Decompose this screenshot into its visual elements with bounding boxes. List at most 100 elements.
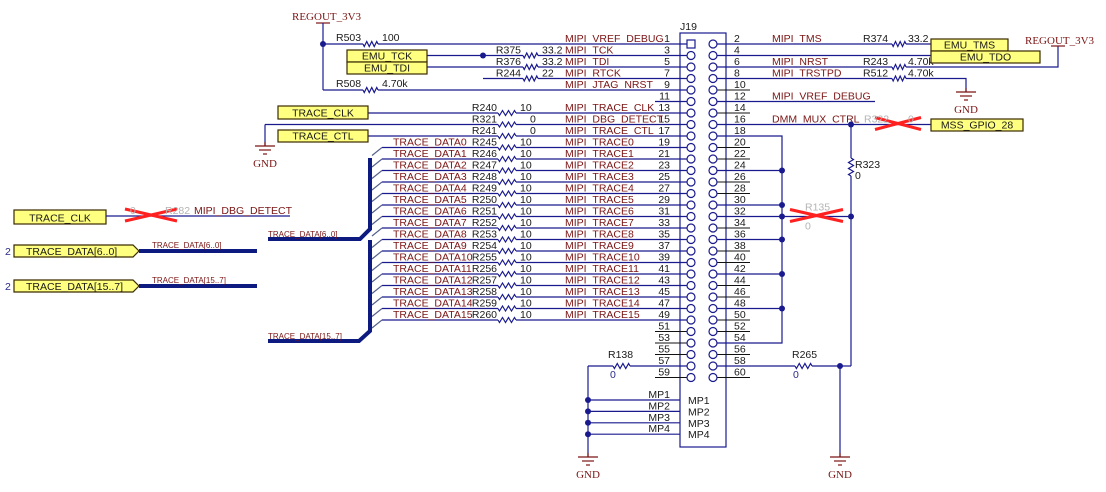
resistor-value: 10 bbox=[520, 137, 532, 149]
bus-entry bbox=[371, 239, 383, 248]
pin-circle bbox=[708, 372, 718, 383]
net-name: MIPI_TMS bbox=[772, 33, 822, 45]
trace-data-label: TRACE_DATA9 bbox=[393, 240, 467, 252]
pin-circle bbox=[708, 246, 718, 256]
resistor-symbol bbox=[522, 51, 539, 60]
pin-number: 11 bbox=[659, 91, 670, 103]
pin-number: 60 bbox=[734, 367, 746, 379]
pin-circle bbox=[708, 165, 718, 176]
mounting-pin-label: MP2 bbox=[688, 406, 710, 418]
net-name: MIPI_TRACE12 bbox=[565, 275, 640, 287]
resistor-ref: R321 bbox=[472, 114, 497, 126]
pin-circle bbox=[686, 131, 696, 141]
pin-number: 27 bbox=[658, 183, 670, 195]
pin-number: 57 bbox=[658, 355, 670, 367]
resistor-symbol bbox=[891, 40, 907, 48]
resistor-symbol bbox=[794, 362, 813, 370]
resistor-value: 10 bbox=[520, 252, 532, 264]
resistor-value: 10 bbox=[520, 148, 532, 160]
resistor-value: 100 bbox=[382, 32, 400, 44]
pin-number: 12 bbox=[734, 91, 746, 103]
mounting-pin-label: MP3 bbox=[688, 418, 710, 430]
pin-number: 55 bbox=[658, 344, 670, 356]
resistor-ref: R249 bbox=[472, 183, 497, 195]
pin-circle bbox=[686, 211, 696, 222]
pin-number: 39 bbox=[658, 252, 670, 264]
pin-circle bbox=[708, 349, 718, 360]
junction-dot bbox=[480, 52, 486, 59]
pin-circle bbox=[686, 119, 696, 130]
resistor-symbol bbox=[522, 63, 539, 71]
pin-circle bbox=[686, 108, 696, 118]
resistor-value: 0 bbox=[610, 369, 616, 381]
resistor-ref: R246 bbox=[472, 148, 497, 160]
net-name: MIPI_TRACE1 bbox=[565, 148, 634, 160]
resistor-value: 10 bbox=[520, 171, 532, 183]
resistor-symbol bbox=[362, 40, 379, 48]
resistor-symbol bbox=[497, 235, 517, 244]
pin-circle bbox=[708, 315, 718, 325]
junction-dot bbox=[320, 41, 326, 47]
pin-circle bbox=[686, 62, 696, 72]
pin-number: 4 bbox=[734, 45, 740, 57]
resistor-symbol bbox=[497, 281, 517, 290]
resistor-symbol bbox=[497, 109, 517, 117]
resistor-symbol bbox=[497, 212, 517, 221]
resistor-ref: R255 bbox=[472, 252, 497, 264]
resistor-value: 0 bbox=[530, 114, 536, 126]
pin-circle bbox=[708, 62, 718, 72]
bus-entry bbox=[371, 319, 383, 329]
pin-number: 3 bbox=[664, 45, 670, 57]
mounting-pin-net: MP4 bbox=[648, 423, 670, 435]
pin-circle bbox=[686, 234, 696, 245]
mounting-pin-net: MP1 bbox=[648, 389, 670, 401]
bus-entry bbox=[371, 193, 383, 202]
resistor-value: 22 bbox=[542, 68, 554, 80]
pin-number: 36 bbox=[734, 229, 746, 241]
pin-number: 54 bbox=[734, 332, 746, 344]
bus-entry bbox=[371, 216, 383, 225]
pin-number: 7 bbox=[664, 68, 670, 80]
pin-number: 29 bbox=[658, 194, 670, 206]
bus-entry bbox=[371, 262, 383, 271]
trace-ctl-label: TRACE_CTL bbox=[292, 131, 353, 143]
resistor-value: 10 bbox=[520, 194, 532, 206]
pin-number: 23 bbox=[658, 160, 670, 172]
pin-number: 5 bbox=[664, 56, 670, 68]
resistor-ref: R248 bbox=[472, 171, 497, 183]
pin-circle bbox=[686, 326, 696, 337]
pin-number: 30 bbox=[734, 194, 746, 206]
trace-data-label: TRACE_DATA12 bbox=[393, 275, 473, 287]
mounting-pin-label: MP1 bbox=[688, 395, 710, 407]
resistor-value: 10 bbox=[520, 263, 532, 275]
resistor-value: 10 bbox=[520, 229, 532, 241]
trace-data-label: TRACE_DATA7 bbox=[393, 217, 467, 229]
resistor-ref: R258 bbox=[472, 286, 497, 298]
resistor-ref-dnp: R322 bbox=[864, 114, 889, 126]
emu-tck-label: EMU_TCK bbox=[362, 51, 412, 63]
net-name: MIPI_TRACE6 bbox=[565, 206, 634, 218]
connector-ref: J19 bbox=[680, 21, 697, 33]
net-name: MIPI_TRACE8 bbox=[565, 229, 634, 241]
mipi-dbg-detect-net: MIPI_DBG_DETECT bbox=[194, 205, 293, 217]
pin-number: 42 bbox=[734, 263, 746, 275]
bus-entry bbox=[371, 147, 383, 156]
pin-number: 33 bbox=[658, 217, 670, 229]
resistor-value: 10 bbox=[520, 275, 532, 287]
pin-circle bbox=[686, 269, 696, 279]
resistor-value-dnp: 0 bbox=[908, 114, 914, 126]
bus-trace-data-6-0 bbox=[268, 158, 372, 241]
pin-number: 38 bbox=[734, 240, 746, 252]
pin-circle bbox=[686, 361, 696, 371]
resistor-ref: R253 bbox=[472, 229, 497, 241]
pin-circle bbox=[686, 315, 696, 325]
trace-clk-left-label: TRACE_CLK bbox=[29, 213, 91, 225]
net-name: MIPI_DBG_DETECT bbox=[565, 114, 664, 126]
bus-entry bbox=[371, 227, 383, 237]
resistor-value: 10 bbox=[520, 102, 532, 114]
bus-net-label: TRACE_DATA[6..0] bbox=[152, 241, 222, 250]
mounting-pin-label: MP4 bbox=[688, 429, 710, 441]
bus-entry bbox=[371, 273, 383, 283]
net-name: MIPI_TDI bbox=[565, 56, 609, 68]
port-sheet-ref: 2 bbox=[5, 281, 11, 293]
